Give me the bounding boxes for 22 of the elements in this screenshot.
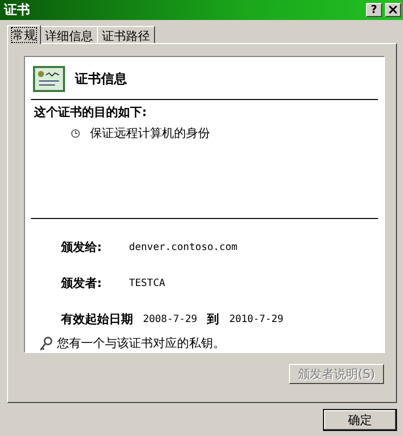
help-button[interactable]: ? [366,3,382,17]
certificate-heading: 证书信息 [75,71,127,88]
field-label: 颁发者: [61,274,103,292]
clock-icon [71,129,80,138]
validity-label: 有效起始日期 [61,310,133,328]
close-button[interactable]: × [385,3,401,17]
valid-from-date: 2008-7-29 [143,314,198,324]
tab[interactable]: 证书路径 [97,26,155,43]
valid-to-date: 2010-7-29 [229,314,284,324]
tab[interactable]: 详细信息 [40,26,98,43]
window-title: 证书 [4,2,30,19]
field-label: 颁发给: [61,238,103,256]
certificate-icon [33,66,65,92]
field-value: TESTCA [129,278,166,288]
key-icon [39,336,53,352]
field-value: denver.contoso.com [129,242,238,252]
validity-to-label: 到 [207,310,220,328]
purpose-item: 保证远程计算机的身份 [90,125,210,142]
ok-button[interactable]: 确定 [323,409,397,431]
purpose-title: 这个证书的目的如下: [33,104,148,121]
tab[interactable]: 常规 [7,25,41,44]
private-key-note: 您有一个与该证书对应的私钥。 [57,335,225,352]
